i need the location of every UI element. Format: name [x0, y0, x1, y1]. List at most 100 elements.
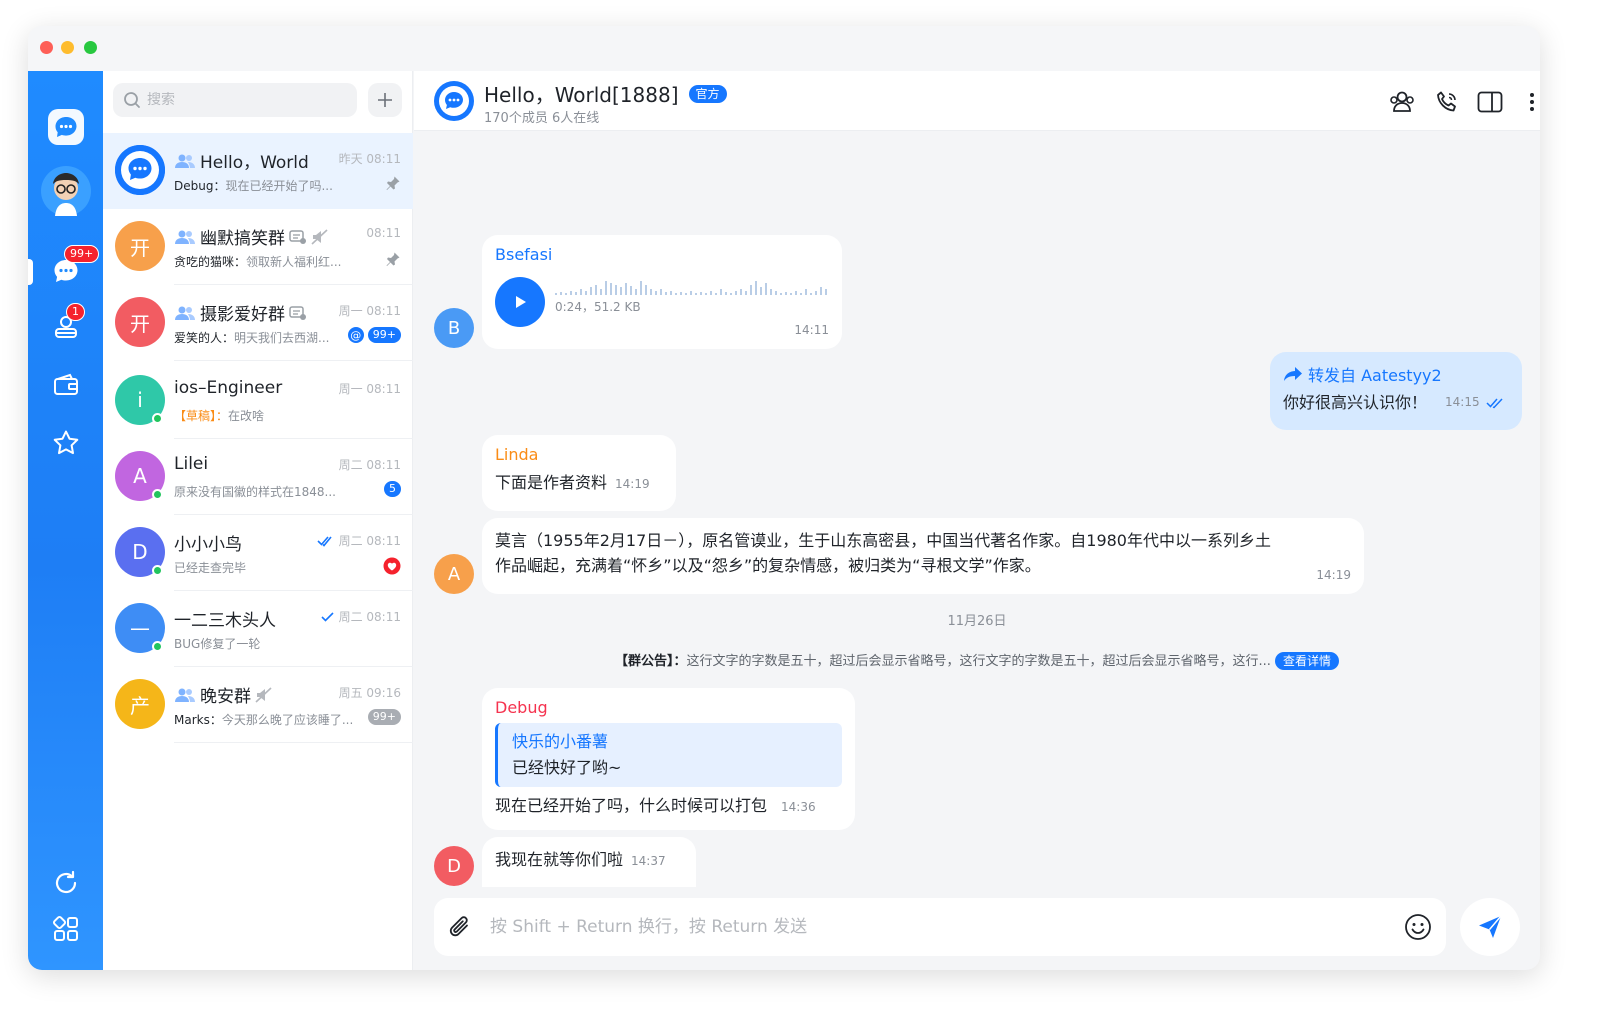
- search-box[interactable]: [113, 83, 357, 117]
- rail-refresh[interactable]: [28, 863, 103, 903]
- conversation-avatar: [115, 145, 165, 195]
- view-details-button[interactable]: 查看详情: [1274, 652, 1339, 670]
- mute-icon: [311, 228, 328, 245]
- conversation-preview: 原来没有国徽的样式在1848...: [174, 485, 336, 499]
- toggle-sidebar-button[interactable]: [1477, 89, 1503, 115]
- text-message-bubble[interactable]: 我现在就等你们啦 14:37: [482, 837, 696, 887]
- double-check-icon: [1486, 397, 1503, 408]
- waveform-icon: [555, 281, 827, 295]
- text-message-bubble[interactable]: 莫言（1955年2月17日－），原名管谟业，生于山东高密县，中国当代著名作家。自…: [482, 518, 1364, 594]
- conversation-list-pane: Hello，World 昨天 08:11 Debug：现在已经开始了吗... 开…: [103, 71, 413, 970]
- forwarded-message-bubble[interactable]: 转发自 Aatestyy2 你好很高兴认识你！ 14:15: [1270, 352, 1522, 430]
- emoji-button[interactable]: [1404, 913, 1432, 945]
- conversation-item-hello-world[interactable]: Hello，World 昨天 08:11 Debug：现在已经开始了吗...: [103, 133, 413, 209]
- message-text: 现在已经开始了吗，什么时候可以打包: [495, 796, 768, 815]
- conversation-preview: 【草稿】：在改啥: [174, 409, 265, 423]
- message-text: 莫言（1955年2月17日－），原名管谟业，生于山东高密县，中国当代著名作家。自…: [495, 531, 1271, 550]
- chat-subtitle: 170个成员 6人在线: [484, 111, 600, 126]
- group-notice: 【群公告】：这行文字的字数是五十，超过后会显示省略号，这行文字的字数是五十，超过…: [414, 650, 1540, 670]
- conversation-item-photography-group[interactable]: 开 摄影爱好群 周一 08:11 爱笑的人：明天我们去西湖... @ 99+: [103, 285, 413, 361]
- close-window-button[interactable]: [40, 41, 53, 54]
- official-badge: 官方: [688, 84, 727, 103]
- message-input[interactable]: [490, 917, 1370, 937]
- quoted-message[interactable]: 快乐的小番薯 已经快好了哟~: [495, 723, 842, 787]
- message-text: 下面是作者资料: [495, 473, 608, 492]
- group-icon: [175, 688, 195, 702]
- call-button[interactable]: [1434, 89, 1460, 115]
- sender-name: Bsefasi: [495, 245, 553, 264]
- message-text: 作品崛起，充满着“怀乡”以及“怨乡”的复杂情感，被归类为“寻根文学”作家。: [495, 556, 1041, 575]
- conversation-time: 周二 08:11: [338, 458, 401, 472]
- conversation-preview: 已经走查完毕: [174, 561, 247, 575]
- add-button[interactable]: [368, 83, 402, 117]
- message-text: 你好很高兴认识你！: [1283, 393, 1428, 412]
- conversation-avatar: 开: [115, 297, 165, 347]
- plus-icon: [378, 93, 392, 107]
- user-avatar[interactable]: [28, 165, 103, 217]
- minimize-window-button[interactable]: [61, 41, 74, 54]
- conversation-name: 摄影爱好群: [174, 300, 307, 325]
- rail-chats[interactable]: 99+: [28, 245, 103, 293]
- group-icon: [175, 154, 195, 168]
- forward-label: 转发自 Aatestyy2: [1283, 362, 1509, 386]
- phone-icon: [1437, 91, 1456, 112]
- rail-wallet[interactable]: [28, 363, 103, 407]
- attach-button[interactable]: [448, 914, 474, 940]
- reply-message-bubble[interactable]: Debug 快乐的小番薯 已经快好了哟~ 现在已经开始了吗，什么时候可以打包 14…: [482, 688, 855, 830]
- zoom-window-button[interactable]: [84, 41, 97, 54]
- conversation-item-ios-engineer[interactable]: i ios–Engineer 周一 08:11 【草稿】：在改啥: [103, 361, 413, 439]
- message-text: 我现在就等你们啦: [495, 850, 624, 869]
- conversation-preview: Debug：现在已经开始了吗...: [174, 179, 333, 193]
- conversation-item-wooden-man[interactable]: — 一二三木头人 周二 08:11 BUG修复了一轮: [103, 591, 413, 667]
- message-time: 14:15: [1445, 395, 1480, 409]
- text-message-bubble[interactable]: Linda 下面是作者资料 14:19: [482, 435, 676, 511]
- bot-message-icon: [289, 305, 306, 320]
- unread-badge: 99+: [367, 327, 401, 343]
- conversation-preview: 爱笑的人：明天我们去西湖...: [174, 331, 330, 345]
- date-separator: 11月26日: [947, 614, 1007, 629]
- message-time: 14:37: [631, 854, 666, 868]
- rail-favorites[interactable]: [28, 421, 103, 465]
- sender-avatar: B: [434, 308, 474, 348]
- conversation-time: 08:11: [366, 226, 401, 240]
- more-options-button[interactable]: [1519, 89, 1540, 115]
- voice-message-bubble[interactable]: Bsefasi 0:24，51.2 KB 14:11: [482, 235, 842, 349]
- chat-header: Hello，World[1888] 官方 170个成员 6人在线: [414, 71, 1540, 131]
- star-icon: [53, 430, 78, 455]
- conversation-item-lilei[interactable]: A Lilei 周二 08:11 原来没有国徽的样式在1848... 5: [103, 439, 413, 515]
- message-list: B Bsefasi 0:24，51.2 KB 14:11 转发自 Aatesty…: [414, 132, 1540, 887]
- search-icon: [124, 92, 140, 108]
- pin-icon: [386, 176, 400, 190]
- conversation-item-little-bird[interactable]: D 小小小鸟 周二 08:11 已经走查完毕: [103, 515, 413, 591]
- play-icon: [516, 296, 526, 308]
- conversation-time: 周二 08:11: [321, 608, 401, 625]
- send-icon: [1479, 915, 1502, 938]
- online-indicator: [152, 413, 163, 424]
- conversation-name: 晚安群: [174, 682, 273, 707]
- online-indicator: [152, 641, 163, 652]
- group-members-button[interactable]: [1389, 89, 1415, 115]
- conversation-time: 周一 08:11: [338, 382, 401, 396]
- app-logo-icon: [434, 81, 474, 121]
- conversation-item-goodnight-group[interactable]: 产 晚安群 周五 09:16 Marks：今天那么晚了应该睡了... 99+: [103, 667, 413, 743]
- conversation-name: ios–Engineer: [174, 378, 283, 398]
- bot-message-icon: [289, 229, 306, 244]
- conversation-time: 周五 09:16: [338, 686, 401, 700]
- chat-avatar[interactable]: [434, 81, 474, 121]
- conversation-avatar: 产: [115, 679, 165, 729]
- conversation-item-humor-group[interactable]: 开 幽默搞笑群 08:11 贪吃的猫咪：领取新人福利红...: [103, 209, 413, 285]
- unread-badge: 5: [384, 481, 401, 497]
- wallet-icon: [53, 373, 78, 395]
- forward-icon: [1284, 367, 1302, 381]
- rail-contacts[interactable]: 1: [28, 303, 103, 349]
- mention-badge: @: [347, 327, 364, 343]
- conversation-name: Hello，World: [174, 148, 309, 173]
- conversation-avatar: 开: [115, 221, 165, 271]
- quoted-sender: 快乐的小番薯: [512, 732, 609, 751]
- send-button[interactable]: [1460, 898, 1520, 956]
- rail-apps[interactable]: [28, 909, 103, 949]
- conversation-time: 周一 08:11: [338, 304, 401, 318]
- play-button[interactable]: [495, 277, 545, 327]
- online-indicator: [152, 565, 163, 576]
- search-input[interactable]: [147, 92, 337, 108]
